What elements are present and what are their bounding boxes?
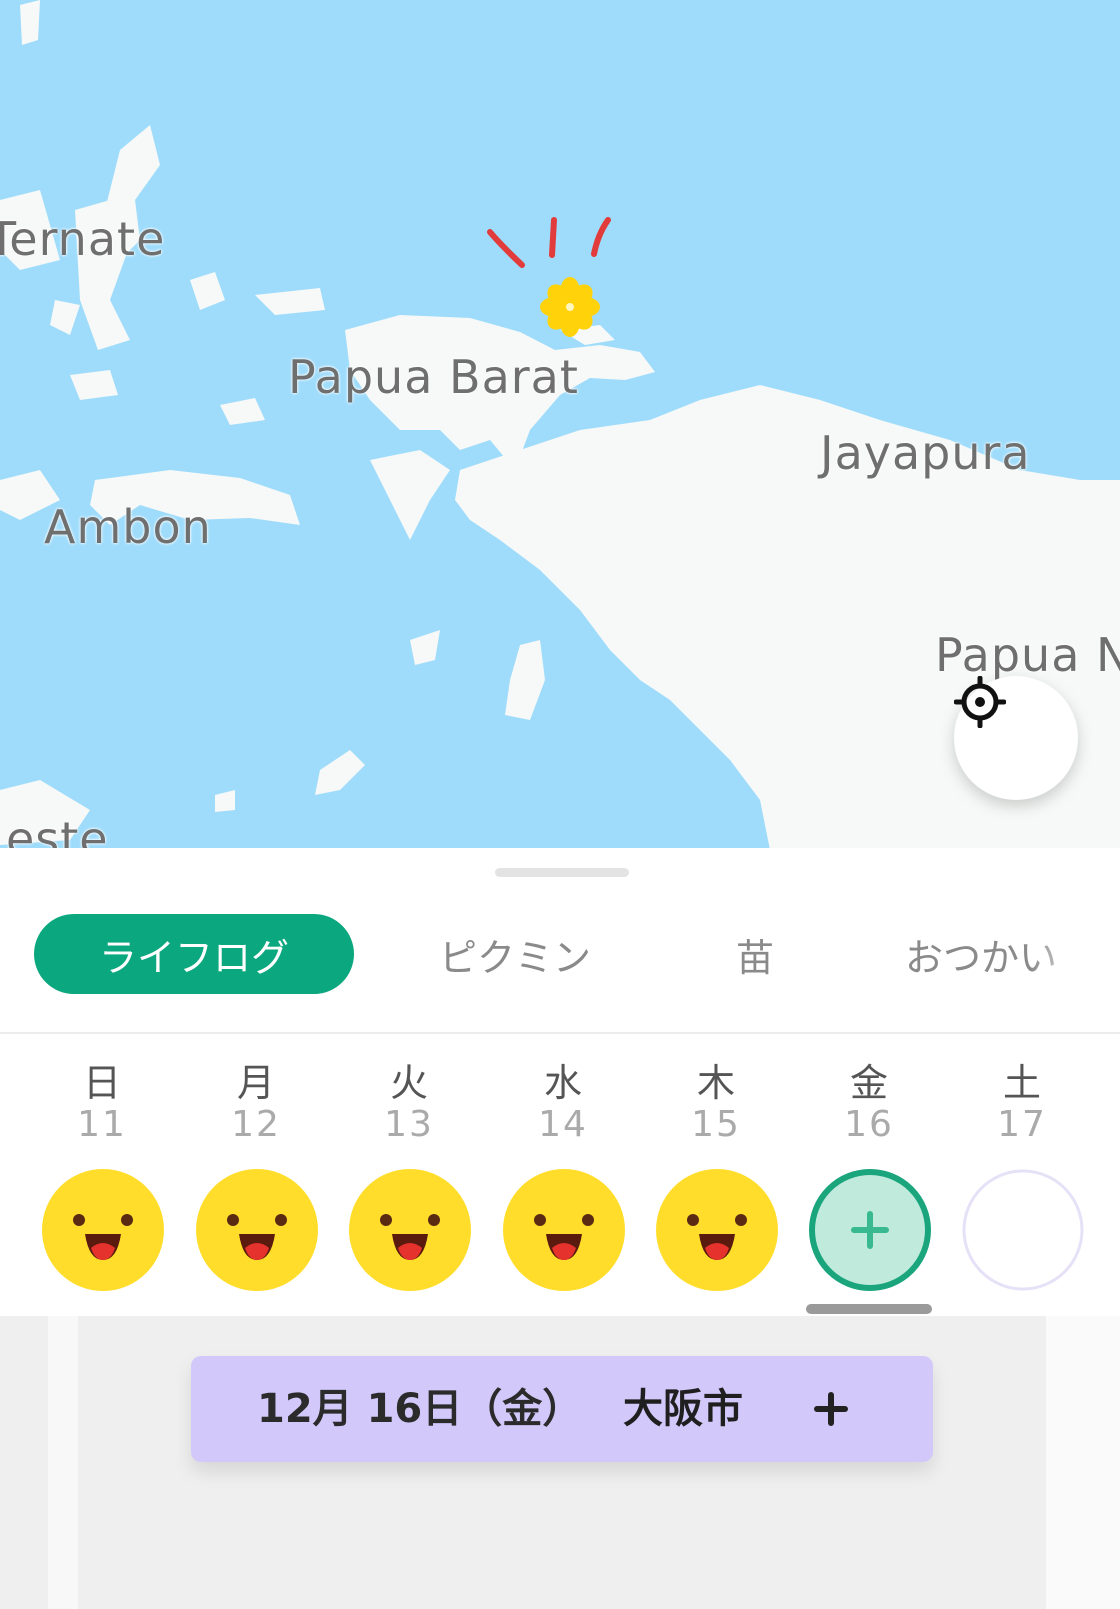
sheet-drag-handle[interactable]	[495, 868, 629, 877]
flower-icon	[540, 277, 600, 337]
day-tue[interactable]: 火 13	[332, 1036, 486, 1316]
tab-scroll-fade	[1030, 914, 1120, 994]
tab-pikmin[interactable]: ピクミン	[420, 914, 610, 994]
spark-lines-icon	[487, 217, 611, 268]
weekday-label: 月	[236, 1061, 275, 1105]
day-fri[interactable]: 金 16	[792, 1036, 946, 1316]
date-number: 15	[691, 1104, 741, 1145]
happy-face-icon	[196, 1169, 318, 1291]
plus-icon[interactable]	[811, 1389, 851, 1429]
happy-face-icon	[42, 1169, 164, 1291]
date-number: 14	[538, 1104, 588, 1145]
date-number: 16	[844, 1104, 894, 1145]
map-view[interactable]: Ternate Papua Barat Jayapura Ambon Papua…	[0, 0, 1120, 850]
divider	[0, 1032, 1120, 1034]
tab-lifelog[interactable]: ライフログ	[34, 914, 354, 994]
weekday-label: 土	[1002, 1061, 1041, 1105]
map-label-este: este	[6, 812, 109, 850]
date-number: 17	[997, 1104, 1047, 1145]
tab-label: 苗	[735, 935, 774, 980]
selected-day-indicator	[806, 1304, 932, 1314]
day-thu[interactable]: 木 15	[639, 1036, 793, 1316]
day-wed[interactable]: 水 14	[486, 1036, 640, 1316]
day-sat[interactable]: 土 17	[945, 1036, 1099, 1316]
weekday-label: 火	[389, 1061, 428, 1105]
map-label-papua-n: Papua N	[935, 628, 1120, 682]
happy-face-icon	[503, 1169, 625, 1291]
happy-face-icon	[656, 1169, 778, 1291]
happy-face-icon	[349, 1169, 471, 1291]
weekday-label: 木	[696, 1061, 735, 1105]
tab-label: ピクミン	[438, 935, 591, 980]
bottom-sheet: ライフログ ピクミン 苗 おつかい 日 11 月 12 火 13 水 14 木 …	[0, 848, 1120, 1316]
date-location-bar[interactable]: 12月 16日（金） 大阪市	[191, 1356, 933, 1462]
city-name: 大阪市	[623, 1386, 743, 1432]
day-sun[interactable]: 日 11	[25, 1036, 179, 1316]
tab-seedling[interactable]: 苗	[700, 914, 810, 994]
crosshair-locate-icon	[954, 676, 1006, 728]
week-calendar: 日 11 月 12 火 13 水 14 木 15 金 16 土 17	[0, 1036, 1120, 1316]
map-label-papua-barat: Papua Barat	[288, 350, 579, 404]
map-land	[0, 0, 1120, 850]
content-column-left	[48, 1316, 78, 1609]
date-number: 11	[77, 1104, 127, 1145]
add-entry-icon[interactable]	[808, 1168, 932, 1292]
weekday-label: 金	[849, 1061, 888, 1105]
map-label-jayapura: Jayapura	[820, 426, 1031, 480]
empty-day-circle-icon	[962, 1169, 1084, 1291]
map-label-ambon: Ambon	[44, 500, 212, 554]
yellow-flower-marker[interactable]	[480, 210, 640, 350]
date-number: 12	[231, 1104, 281, 1145]
content-column-right	[1046, 1316, 1120, 1609]
tab-label: ライフログ	[98, 935, 289, 980]
category-tabs: ライフログ ピクミン 苗 おつかい	[0, 914, 1120, 1000]
weekday-label: 水	[543, 1061, 582, 1105]
weekday-label: 日	[82, 1061, 121, 1105]
map-label-ternate: Ternate	[0, 212, 166, 266]
day-mon[interactable]: 月 12	[179, 1036, 333, 1316]
selected-date: 12月 16日（金）	[257, 1386, 583, 1432]
locate-button[interactable]	[954, 676, 1078, 800]
date-number: 13	[384, 1104, 434, 1145]
lifelog-content: 12月 16日（金） 大阪市	[0, 1316, 1120, 1609]
